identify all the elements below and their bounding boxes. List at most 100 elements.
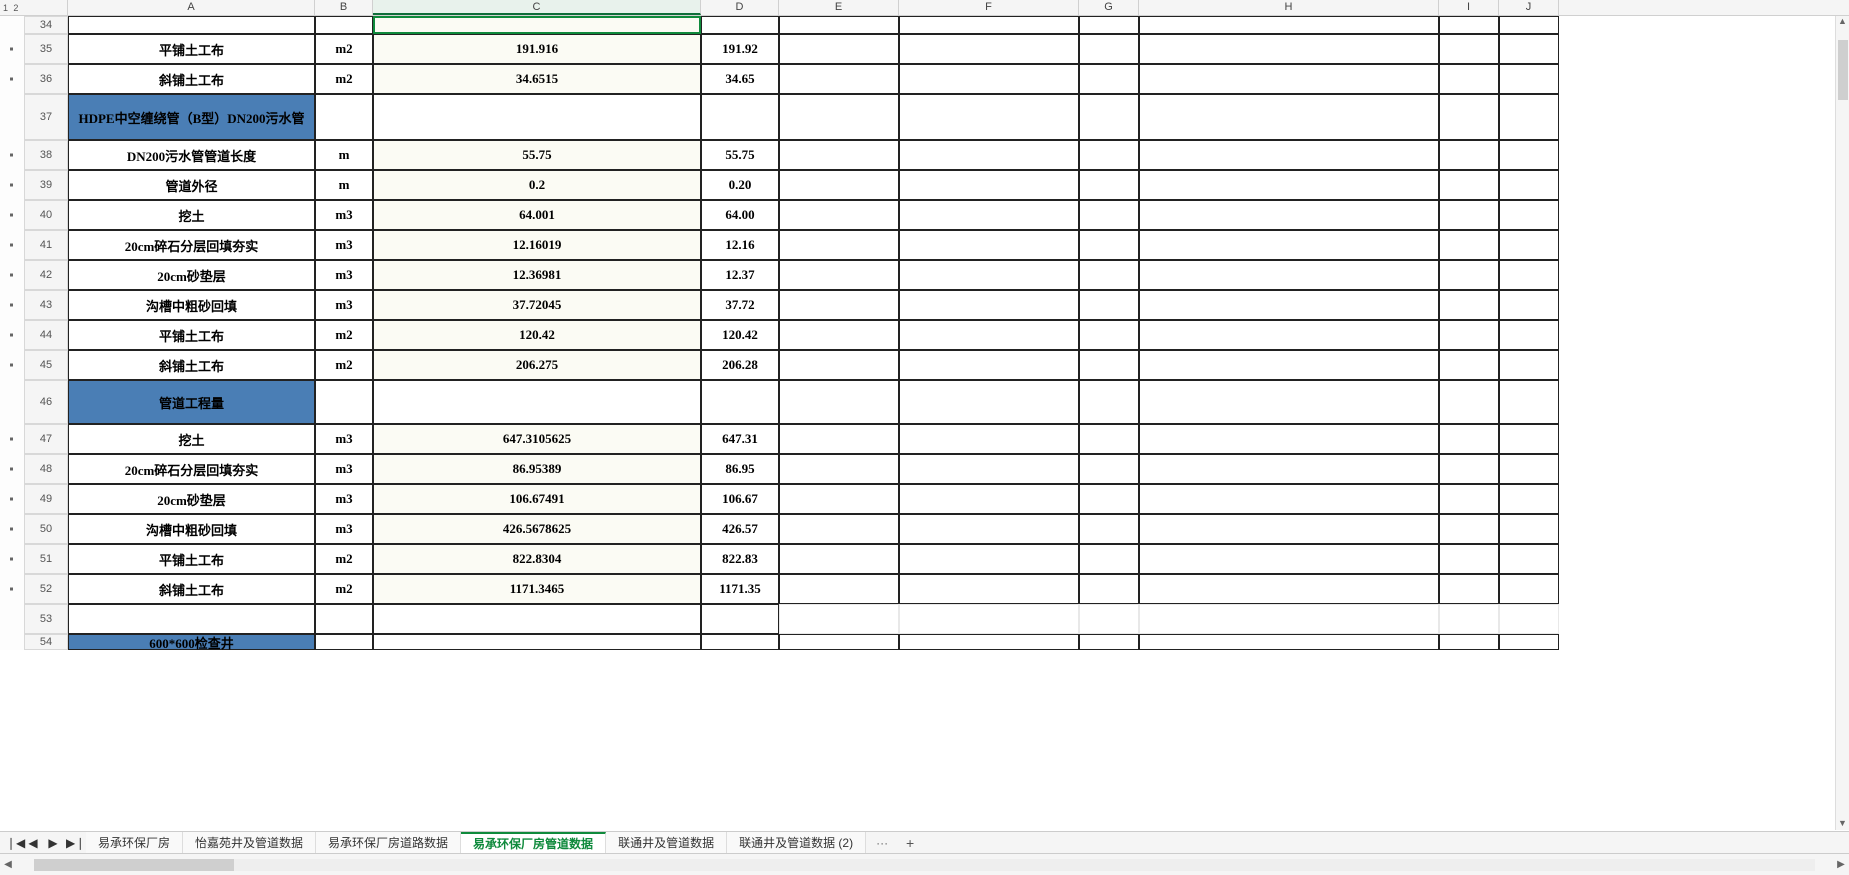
cell-A47[interactable]: 挖土 bbox=[68, 424, 315, 454]
cell-B49[interactable]: m3 bbox=[315, 484, 373, 514]
row-header[interactable]: 51 bbox=[24, 544, 68, 574]
cell-I48[interactable] bbox=[1439, 454, 1499, 484]
cell-G42[interactable] bbox=[1079, 260, 1139, 290]
tab-nav-last[interactable]: ▶❘ bbox=[66, 836, 80, 850]
cell-I50[interactable] bbox=[1439, 514, 1499, 544]
column-header-C[interactable]: C bbox=[373, 0, 701, 15]
cell-H37[interactable] bbox=[1139, 94, 1439, 140]
cell-G40[interactable] bbox=[1079, 200, 1139, 230]
cell-H51[interactable] bbox=[1139, 544, 1439, 574]
grid-body[interactable]: 3435平铺土工布m2191.916191.9236斜铺土工布m234.6515… bbox=[0, 16, 1835, 830]
cell-C51[interactable]: 822.8304 bbox=[373, 544, 701, 574]
outline-gutter[interactable] bbox=[0, 64, 24, 94]
cell-C50[interactable]: 426.5678625 bbox=[373, 514, 701, 544]
cell-C46[interactable] bbox=[373, 380, 701, 424]
cell-J43[interactable] bbox=[1499, 290, 1559, 320]
cell-D52[interactable]: 1171.35 bbox=[701, 574, 779, 604]
cell-I53[interactable] bbox=[1439, 604, 1499, 634]
cell-A46[interactable]: 管道工程量 bbox=[68, 380, 315, 424]
column-header-F[interactable]: F bbox=[899, 0, 1079, 15]
cell-F36[interactable] bbox=[899, 64, 1079, 94]
cell-B44[interactable]: m2 bbox=[315, 320, 373, 350]
sheet-tab[interactable]: 易承环保厂房 bbox=[86, 832, 183, 853]
cell-H44[interactable] bbox=[1139, 320, 1439, 350]
outline-gutter[interactable] bbox=[0, 320, 24, 350]
cell-G53[interactable] bbox=[1079, 604, 1139, 634]
cell-D48[interactable]: 86.95 bbox=[701, 454, 779, 484]
cell-I51[interactable] bbox=[1439, 544, 1499, 574]
cell-D38[interactable]: 55.75 bbox=[701, 140, 779, 170]
cell-F52[interactable] bbox=[899, 574, 1079, 604]
outline-gutter[interactable] bbox=[0, 484, 24, 514]
outline-gutter[interactable] bbox=[0, 200, 24, 230]
cell-G35[interactable] bbox=[1079, 34, 1139, 64]
cell-A51[interactable]: 平铺土工布 bbox=[68, 544, 315, 574]
cell-H38[interactable] bbox=[1139, 140, 1439, 170]
row-header[interactable]: 47 bbox=[24, 424, 68, 454]
cell-A53[interactable] bbox=[68, 604, 315, 634]
cell-E36[interactable] bbox=[779, 64, 899, 94]
cell-F54[interactable] bbox=[899, 634, 1079, 650]
cell-B40[interactable]: m3 bbox=[315, 200, 373, 230]
outline-gutter[interactable] bbox=[0, 604, 24, 634]
cell-F50[interactable] bbox=[899, 514, 1079, 544]
cell-D44[interactable]: 120.42 bbox=[701, 320, 779, 350]
cell-E37[interactable] bbox=[779, 94, 899, 140]
cell-J53[interactable] bbox=[1499, 604, 1559, 634]
cell-A43[interactable]: 沟槽中粗砂回填 bbox=[68, 290, 315, 320]
cell-G54[interactable] bbox=[1079, 634, 1139, 650]
vertical-scroll-thumb[interactable] bbox=[1838, 40, 1848, 100]
column-header-B[interactable]: B bbox=[315, 0, 373, 15]
cell-F39[interactable] bbox=[899, 170, 1079, 200]
cell-J34[interactable] bbox=[1499, 16, 1559, 34]
select-all-corner[interactable] bbox=[24, 0, 68, 15]
row-header[interactable]: 49 bbox=[24, 484, 68, 514]
cell-C38[interactable]: 55.75 bbox=[373, 140, 701, 170]
cell-H40[interactable] bbox=[1139, 200, 1439, 230]
sheet-tab[interactable]: 易承环保厂房管道数据 bbox=[461, 832, 606, 853]
cell-A49[interactable]: 20cm砂垫层 bbox=[68, 484, 315, 514]
cell-E54[interactable] bbox=[779, 634, 899, 650]
cell-D46[interactable] bbox=[701, 380, 779, 424]
cell-B35[interactable]: m2 bbox=[315, 34, 373, 64]
cell-J41[interactable] bbox=[1499, 230, 1559, 260]
cell-C49[interactable]: 106.67491 bbox=[373, 484, 701, 514]
cell-A36[interactable]: 斜铺土工布 bbox=[68, 64, 315, 94]
cell-A39[interactable]: 管道外径 bbox=[68, 170, 315, 200]
cell-C39[interactable]: 0.2 bbox=[373, 170, 701, 200]
outline-gutter[interactable] bbox=[0, 16, 24, 34]
cell-B36[interactable]: m2 bbox=[315, 64, 373, 94]
cell-G43[interactable] bbox=[1079, 290, 1139, 320]
cell-H43[interactable] bbox=[1139, 290, 1439, 320]
column-header-J[interactable]: J bbox=[1499, 0, 1559, 15]
cell-F48[interactable] bbox=[899, 454, 1079, 484]
cell-J35[interactable] bbox=[1499, 34, 1559, 64]
cell-D53[interactable] bbox=[701, 604, 779, 634]
cell-E39[interactable] bbox=[779, 170, 899, 200]
cell-F40[interactable] bbox=[899, 200, 1079, 230]
cell-J48[interactable] bbox=[1499, 454, 1559, 484]
cell-F43[interactable] bbox=[899, 290, 1079, 320]
column-header-H[interactable]: H bbox=[1139, 0, 1439, 15]
cell-F41[interactable] bbox=[899, 230, 1079, 260]
outline-gutter[interactable] bbox=[0, 454, 24, 484]
cell-C43[interactable]: 37.72045 bbox=[373, 290, 701, 320]
cell-F47[interactable] bbox=[899, 424, 1079, 454]
cell-H41[interactable] bbox=[1139, 230, 1439, 260]
cell-I41[interactable] bbox=[1439, 230, 1499, 260]
cell-C36[interactable]: 34.6515 bbox=[373, 64, 701, 94]
cell-J38[interactable] bbox=[1499, 140, 1559, 170]
row-header[interactable]: 40 bbox=[24, 200, 68, 230]
cell-C54[interactable] bbox=[373, 634, 701, 650]
row-header[interactable]: 52 bbox=[24, 574, 68, 604]
cell-D34[interactable] bbox=[701, 16, 779, 34]
cell-C44[interactable]: 120.42 bbox=[373, 320, 701, 350]
cell-B45[interactable]: m2 bbox=[315, 350, 373, 380]
cell-E51[interactable] bbox=[779, 544, 899, 574]
cell-C41[interactable]: 12.16019 bbox=[373, 230, 701, 260]
column-header-I[interactable]: I bbox=[1439, 0, 1499, 15]
cell-G44[interactable] bbox=[1079, 320, 1139, 350]
cell-J54[interactable] bbox=[1499, 634, 1559, 650]
row-header[interactable]: 54 bbox=[24, 634, 68, 650]
cell-H47[interactable] bbox=[1139, 424, 1439, 454]
